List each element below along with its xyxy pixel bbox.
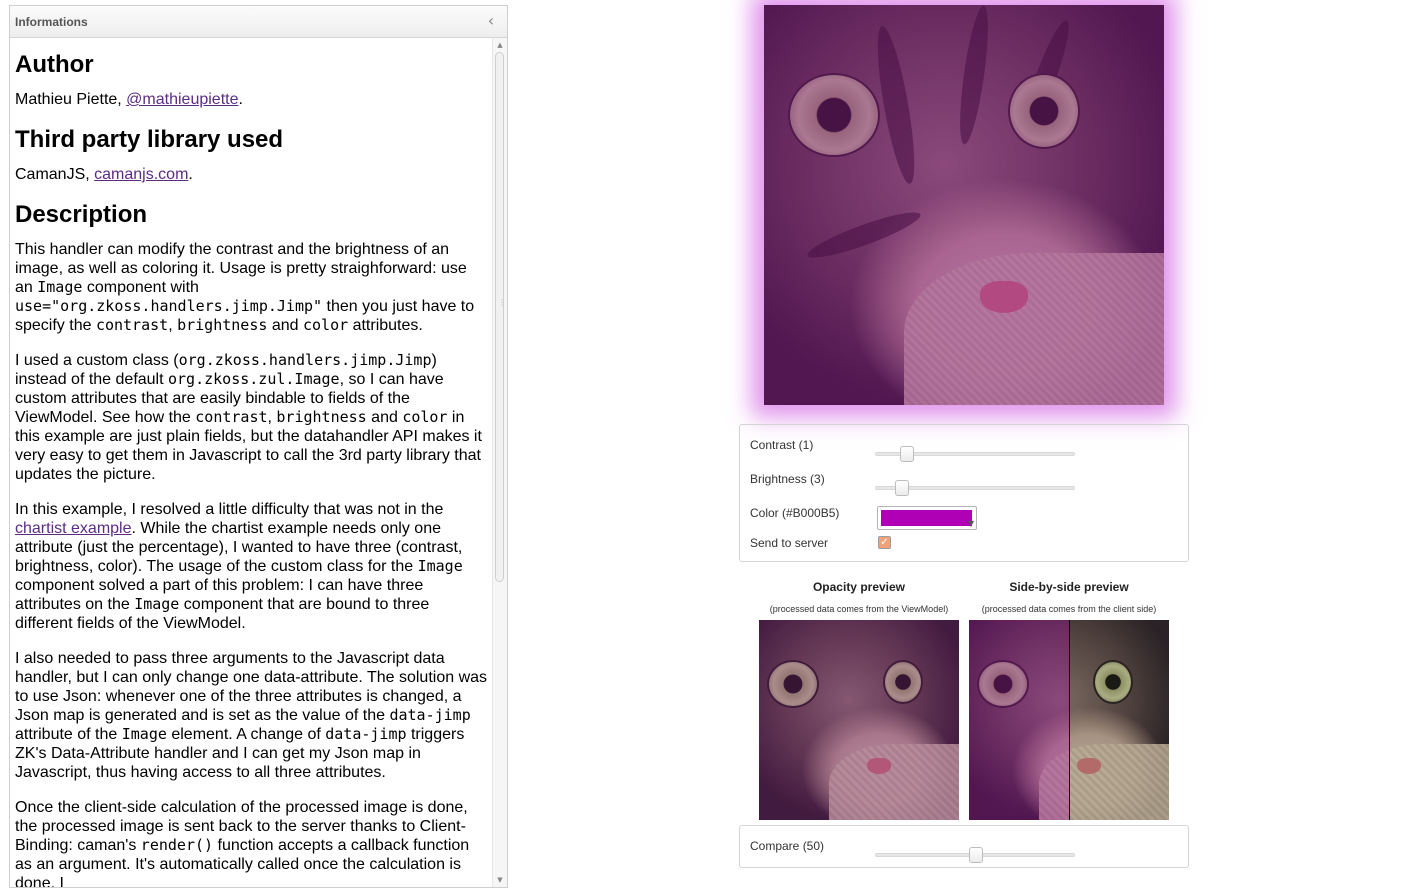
compare-slider[interactable] [875,847,1075,863]
send-to-server-checkbox[interactable]: ✓ [878,536,891,549]
processed-cat-image [764,5,1164,405]
author-name: Mathieu Piette, [15,91,127,108]
description-paragraph-2: I used a custom class (org.zkoss.handler… [15,351,482,483]
compare-box: Compare (50) [739,825,1189,868]
description-heading: Description [15,201,148,228]
compare-slider-thumb[interactable] [969,847,983,863]
color-overlay [764,5,1164,405]
brightness-slider-thumb[interactable] [894,480,909,496]
library-name: CamanJS, [15,166,95,183]
panel-title: Informations [15,15,88,29]
opacity-preview-subtitle: (processed data comes from the ViewModel… [769,604,949,614]
author-paragraph: Mathieu Piette, @mathieupiette. [15,90,488,109]
side-by-side-preview-title: Side-by-side preview [1009,580,1129,594]
color-label: Color (#B000B5) [750,506,840,520]
color-picker[interactable]: ▼ [877,506,977,530]
informations-panel: Informations ‹ Author Mathieu Piette, @m… [9,5,508,888]
opacity-preview-title: Opacity preview [812,580,906,594]
author-link[interactable]: @mathieupiette [126,91,238,108]
dropdown-arrow-icon: ▼ [967,519,974,528]
contrast-slider[interactable] [875,446,1075,462]
contrast-label: Contrast (1) [750,438,814,452]
description-paragraph-1: This handler can modify the contrast and… [15,241,475,334]
compare-label: Compare (50) [750,839,825,853]
chevron-left-icon[interactable]: ‹ [483,12,499,30]
panel-header: Informations ‹ [10,6,507,38]
color-swatch [881,510,972,526]
brightness-label: Brightness (3) [750,472,825,486]
scroll-up-icon[interactable]: ▲ [496,41,504,49]
camanjs-link[interactable]: camanjs.com [94,166,188,183]
chartist-example-link[interactable]: chartist example [15,520,132,537]
splitter-handle[interactable]: ⋮ [498,299,506,320]
send-to-server-label: Send to server [750,536,829,550]
description-paragraph-4: I also needed to pass three arguments to… [15,650,488,781]
controls-box: Contrast (1) Brightness (3) Color (#B000… [739,424,1189,562]
library-heading: Third party library used [15,126,284,153]
library-paragraph: CamanJS, camanjs.com. [15,165,488,184]
side-by-side-preview-image [969,620,1169,820]
side-by-side-preview-subtitle: (processed data comes from the client si… [981,604,1157,614]
scroll-down-icon[interactable]: ▼ [496,876,504,884]
contrast-slider-thumb[interactable] [900,446,915,462]
opacity-preview-image [759,620,959,820]
description-paragraph-5: Once the client-side calculation of the … [15,799,470,887]
compare-split-line [1069,620,1070,820]
library-end: . [188,166,193,183]
author-end: . [238,91,243,108]
description-paragraph-3: In this example, I resolved a little dif… [15,501,463,632]
brightness-slider[interactable] [875,480,1075,496]
panel-content: Author Mathieu Piette, @mathieupiette. T… [10,38,493,887]
author-heading: Author [15,51,94,78]
panel-scrollbar[interactable]: ▲ ▼ [492,38,507,887]
